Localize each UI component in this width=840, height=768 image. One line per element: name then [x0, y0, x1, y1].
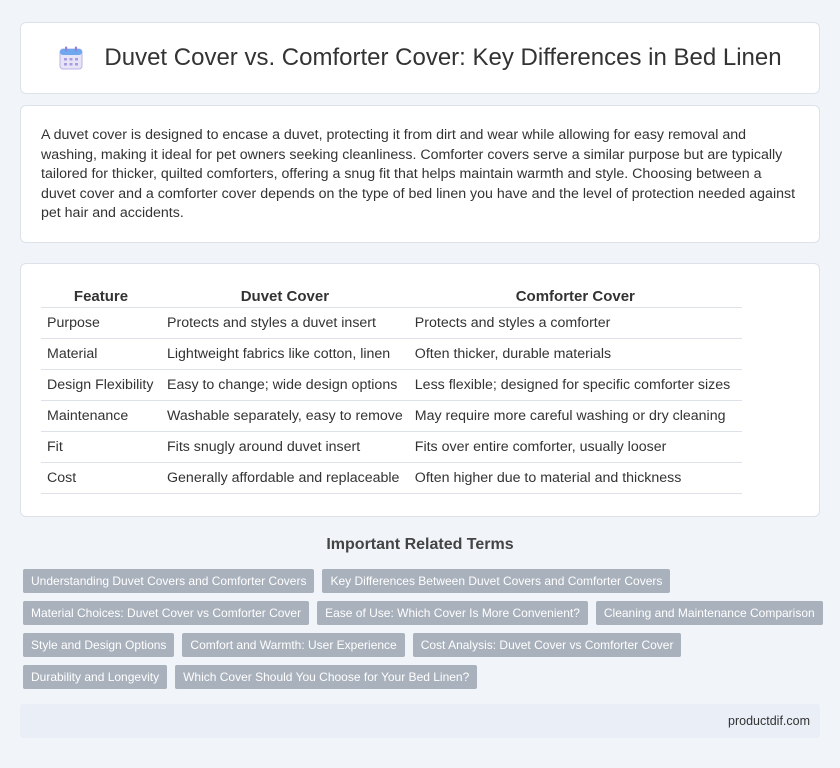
table-row: Material Lightweight fabrics like cotton…: [41, 338, 742, 370]
intro-card: A duvet cover is designed to encase a du…: [20, 105, 820, 243]
page-title: Duvet Cover vs. Comforter Cover: Key Dif…: [104, 44, 782, 71]
related-tag[interactable]: Which Cover Should You Choose for Your B…: [175, 665, 478, 689]
table-cell: Design Flexibility: [41, 369, 161, 401]
related-tag[interactable]: Durability and Longevity: [23, 665, 168, 689]
table-row: Fit Fits snugly around duvet insert Fits…: [41, 431, 742, 463]
related-tag[interactable]: Comfort and Warmth: User Experience: [182, 633, 405, 657]
table-cell: Protects and styles a comforter: [408, 307, 742, 339]
column-header: Comforter Cover: [515, 288, 635, 305]
table-cell: Cost: [41, 462, 161, 494]
table-cell: Material: [41, 338, 161, 370]
table-cell: Less flexible; designed for specific com…: [408, 369, 742, 401]
table-cell: Easy to change; wide design options: [161, 369, 409, 401]
table-cell: Washable separately, easy to remove: [161, 400, 409, 432]
comparison-table: Feature Duvet Cover Comforter Cover Purp…: [41, 284, 742, 494]
table-cell: May require more careful washing or dry …: [408, 400, 742, 432]
table-row: Cost Generally affordable and replaceabl…: [41, 462, 742, 494]
related-tag[interactable]: Cost Analysis: Duvet Cover vs Comforter …: [412, 633, 682, 657]
intro-paragraph: A duvet cover is designed to encase a du…: [41, 127, 796, 221]
related-tag[interactable]: Understanding Duvet Covers and Comforter…: [23, 569, 315, 593]
table-cell: Often higher due to material and thickne…: [408, 462, 742, 494]
table-cell: Often thicker, durable materials: [408, 338, 742, 370]
comparison-card: Feature Duvet Cover Comforter Cover Purp…: [20, 263, 820, 517]
table-cell: Maintenance: [41, 400, 161, 432]
footer-site-link[interactable]: productdif.com: [728, 714, 810, 728]
table-cell: Generally affordable and replaceable: [161, 462, 409, 494]
related-tag[interactable]: Ease of Use: Which Cover Is More Conveni…: [317, 601, 588, 625]
related-tag[interactable]: Style and Design Options: [23, 633, 175, 657]
table-cell: Fits over entire comforter, usually loos…: [408, 431, 742, 463]
table-row: Maintenance Washable separately, easy to…: [41, 400, 742, 432]
column-header: Duvet Cover: [240, 288, 330, 305]
calendar-icon: [58, 45, 84, 71]
table-cell: Purpose: [41, 307, 161, 339]
related-tag[interactable]: Key Differences Between Duvet Covers and…: [322, 569, 671, 593]
related-tag[interactable]: Material Choices: Duvet Cover vs Comfort…: [23, 601, 310, 625]
related-terms-title: Important Related Terms: [326, 536, 514, 553]
table-row: Purpose Protects and styles a duvet inse…: [41, 307, 742, 339]
related-tag[interactable]: Cleaning and Maintenance Comparison: [595, 601, 823, 625]
title-wrap: Duvet Cover vs. Comforter Cover: Key Dif…: [58, 44, 782, 72]
column-header: Feature: [73, 288, 129, 305]
related-tags: Understanding Duvet Covers and Comforter…: [23, 569, 823, 689]
header-card: Duvet Cover vs. Comforter Cover: Key Dif…: [20, 22, 820, 94]
table-cell: Protects and styles a duvet insert: [161, 307, 409, 339]
table-header-row: Feature Duvet Cover Comforter Cover: [41, 284, 742, 308]
table-cell: Fits snugly around duvet insert: [161, 431, 409, 463]
footer: productdif.com: [20, 704, 820, 738]
table-cell: Lightweight fabrics like cotton, linen: [161, 338, 409, 370]
table-row: Design Flexibility Easy to change; wide …: [41, 369, 742, 401]
table-cell: Fit: [41, 431, 161, 463]
